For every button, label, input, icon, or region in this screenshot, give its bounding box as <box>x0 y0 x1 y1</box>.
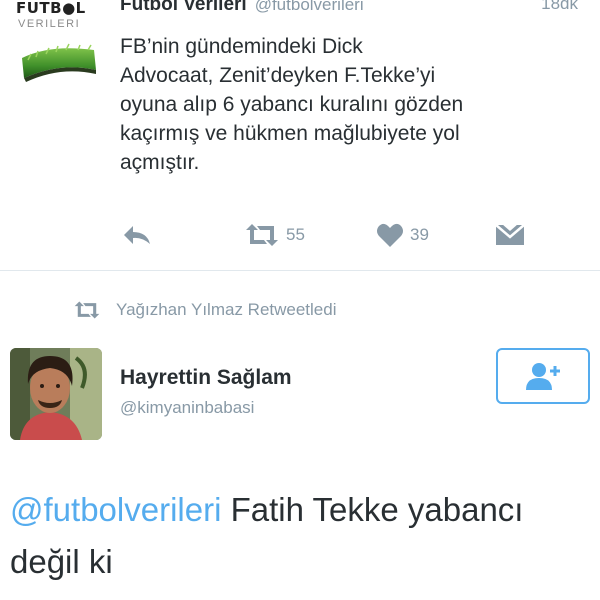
tweet-actions: 55 39 <box>120 218 540 252</box>
tweet-text-line: @futbolverileri Fatih Tekke yabancı <box>10 484 590 536</box>
grass-pitch-logo-icon <box>22 43 96 82</box>
author-name[interactable]: Hayrettin Sağlam <box>120 366 292 390</box>
retweet-context: Yağızhan Yılmaz Retweetledi <box>72 298 337 322</box>
like-count: 39 <box>410 225 429 244</box>
tweet-text-body: Fatih Tekke yabancı <box>221 491 524 528</box>
direct-message-icon <box>495 224 525 245</box>
author-handle[interactable]: @kimyaninbabasi <box>120 398 254 418</box>
reply-icon <box>124 226 150 244</box>
tweet-futbol-verileri: FUTB●L VERILERI Futbol Verileri @futbolve… <box>0 0 600 270</box>
logo-subtitle: VERILERI <box>18 18 81 30</box>
tweet-divider <box>0 270 600 271</box>
follow-button[interactable] <box>496 348 590 404</box>
logo-wordmark: FUTB●L <box>16 0 86 17</box>
retweet-count: 55 <box>286 225 305 244</box>
tweet-text: FB’nin gündemindeki Dick Advocaat, Zenit… <box>120 32 590 177</box>
retweet-icon <box>74 301 100 319</box>
tweet-timestamp[interactable]: 18dk <box>541 0 578 14</box>
tweet-text-line: kaçırmış ve hükmen mağlubiyete yol <box>120 122 460 145</box>
like-icon <box>377 223 403 247</box>
tweet-text-line: değil ki <box>10 543 113 580</box>
follow-icon <box>526 363 560 390</box>
tweet-text: @futbolverileri Fatih Tekke yabancı deği… <box>10 484 590 588</box>
author-name[interactable]: Futbol Verileri <box>120 0 247 15</box>
avatar[interactable] <box>10 348 102 440</box>
tweet-text-line: FB’nin gündemindeki Dick <box>120 35 363 58</box>
like-button[interactable]: 39 <box>376 218 429 252</box>
author-handle[interactable]: @futbolverileri <box>255 0 364 14</box>
tweet-text-line: Advocaat, Zenit’deyken F.Tekke’yi <box>120 64 436 87</box>
retweet-icon <box>246 224 278 246</box>
direct-message-button[interactable] <box>494 218 526 252</box>
reply-button[interactable] <box>122 218 152 252</box>
mention-link[interactable]: @futbolverileri <box>10 491 221 528</box>
retweet-button[interactable]: 55 <box>244 218 305 252</box>
profile-photo <box>10 348 102 440</box>
tweet-text-line: açmıştır. <box>120 151 200 174</box>
tweet-header: Futbol Verileri @futbolverileri 18dk <box>120 0 590 18</box>
tweet-text-line: oyuna alıp 6 yabancı kuralını gözden <box>120 93 464 116</box>
futbol-verileri-avatar[interactable]: FUTB●L VERILERI <box>14 0 100 90</box>
retweeted-by-text[interactable]: Yağızhan Yılmaz Retweetledi <box>116 300 337 320</box>
